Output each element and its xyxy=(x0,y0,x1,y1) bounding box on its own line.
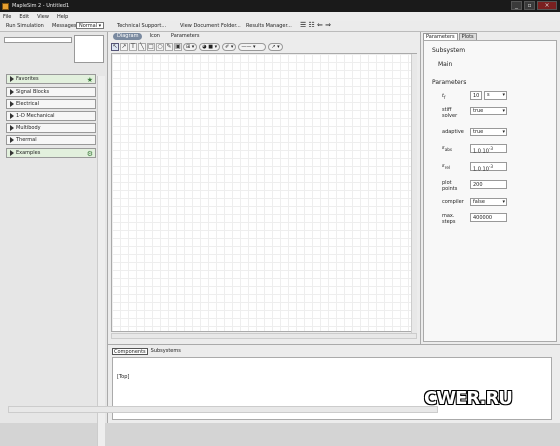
fill-color-dropdown[interactable]: ◕ ■ ▾ xyxy=(199,43,221,51)
examples-icon: ⚙ xyxy=(86,150,93,158)
drawing-toolbar: ↖ ↗ T ╲ □ ○ ✎ ▣ ⊞ ▾ ◕ ■ ▾ ✐ ▾ —— ▾ ↗ ▾ xyxy=(111,42,417,52)
run-simulation-button[interactable]: Run Simulation xyxy=(6,23,44,29)
canvas-vertical-scrollbar[interactable] xyxy=(411,54,417,333)
expand-icon xyxy=(10,89,14,95)
palette-multibody[interactable]: Multibody xyxy=(6,123,96,133)
tab-components[interactable]: Components xyxy=(112,348,148,355)
library-panel: Favorites ★ Signal Blocks Electrical 1-D… xyxy=(0,32,108,446)
connector-icon[interactable]: ↗ xyxy=(120,43,128,51)
palette-signal-blocks[interactable]: Signal Blocks xyxy=(6,87,96,97)
expand-icon xyxy=(10,137,14,143)
palette-label: Multibody xyxy=(16,125,41,131)
pen-icon[interactable]: ✎ xyxy=(165,43,173,51)
param-compiler-label: compiler xyxy=(442,199,464,205)
title-bar: MapleSim 2 - Untitled1 _ ▫ × xyxy=(0,0,560,12)
param-stiff-solver-label: stiff solver xyxy=(442,107,458,119)
text-icon[interactable]: T xyxy=(129,43,137,51)
palette-examples[interactable]: Examples ⚙ xyxy=(6,148,96,158)
palette-label: 1-D Mechanical xyxy=(16,113,55,119)
tree-node-top[interactable]: [Top] xyxy=(117,374,129,380)
subsystem-name: Main xyxy=(438,61,453,68)
technical-support-button[interactable]: Technical Support... xyxy=(117,23,166,29)
properties-panel: Parameters Plots Subsystem Main Paramete… xyxy=(420,32,560,344)
palette-label: Favorites xyxy=(16,76,39,82)
line-style-dropdown[interactable]: —— ▾ xyxy=(238,43,267,51)
param-eps-abs-input[interactable]: 1.0 10-3 xyxy=(470,144,507,155)
expand-icon xyxy=(10,76,14,82)
main-toolbar: Run Simulation Messages : Normal ▾ Techn… xyxy=(0,21,560,32)
palette-favorites[interactable]: Favorites ★ xyxy=(6,74,96,84)
param-eps-rel-input[interactable]: 1.0 10-3 xyxy=(470,162,507,173)
menu-bar: File Edit View Help xyxy=(0,12,560,21)
palette-label: Electrical xyxy=(16,101,39,107)
watermark-logo: CWER.RU xyxy=(424,388,513,409)
param-tf-unit-select[interactable]: s ▾ xyxy=(484,91,507,100)
stroke-dropdown[interactable]: ✐ ▾ xyxy=(222,43,237,51)
diagram-workspace: Diagram Icon Parameters ↖ ↗ T ╲ □ ○ ✎ ▣ … xyxy=(108,32,420,344)
browser-tabs: Components Subsystems xyxy=(112,348,184,355)
library-scrollbar[interactable] xyxy=(97,76,105,446)
ellipse-icon[interactable]: ○ xyxy=(156,43,164,51)
palette-label: Examples xyxy=(16,150,41,156)
zoom-dropdown[interactable]: ⊞ ▾ xyxy=(183,43,198,51)
subsystem-heading: Subsystem xyxy=(432,47,466,54)
window-title: MapleSim 2 - Untitled1 xyxy=(12,3,70,9)
param-compiler-select[interactable]: false ▾ xyxy=(470,198,507,206)
menu-file[interactable]: File xyxy=(3,14,11,20)
param-tf-input[interactable]: 10 xyxy=(470,91,482,100)
diagram-canvas[interactable] xyxy=(111,53,417,333)
image-icon[interactable]: ▣ xyxy=(174,43,182,51)
param-tf-label: tf xyxy=(442,93,446,100)
palette-1d-mechanical[interactable]: 1-D Mechanical xyxy=(6,111,96,121)
param-eps-rel-label: εrel xyxy=(442,163,451,170)
expand-icon xyxy=(10,113,14,119)
palette-label: Signal Blocks xyxy=(16,89,50,95)
tab-subsystems[interactable]: Subsystems xyxy=(150,348,182,355)
param-adaptive-label: adaptive xyxy=(442,129,464,135)
star-icon: ★ xyxy=(86,76,93,84)
view-tabs: Diagram Icon Parameters xyxy=(113,33,207,40)
layout-icons[interactable]: ☰ ☷ ⇐ ⇒ xyxy=(300,21,331,29)
browser-horizontal-scrollbar[interactable] xyxy=(8,406,438,413)
results-manager-button[interactable]: Results Manager... xyxy=(246,23,292,29)
expand-icon xyxy=(10,125,14,131)
tab-icon[interactable]: Icon xyxy=(145,33,163,40)
palette-electrical[interactable]: Electrical xyxy=(6,99,96,109)
minimize-button[interactable]: _ xyxy=(511,1,522,10)
search-input[interactable] xyxy=(4,37,72,43)
component-preview xyxy=(74,35,104,63)
properties-tabs: Parameters Plots xyxy=(423,33,478,40)
param-plot-points-input[interactable]: 200 xyxy=(470,180,507,189)
line-icon[interactable]: ╲ xyxy=(138,43,146,51)
app-icon xyxy=(2,2,9,10)
parameters-heading: Parameters xyxy=(432,79,467,86)
param-max-steps-input[interactable]: 400000 xyxy=(470,213,507,222)
menu-help[interactable]: Help xyxy=(57,14,68,20)
param-max-steps-label: max. steps xyxy=(442,213,456,225)
param-eps-abs-label: εabs xyxy=(442,145,453,152)
palette-label: Thermal xyxy=(16,137,37,143)
menu-view[interactable]: View xyxy=(37,14,49,20)
close-button[interactable]: × xyxy=(537,1,557,10)
messages-select[interactable]: Normal ▾ xyxy=(76,22,104,29)
param-plot-points-label: plot points xyxy=(442,180,458,192)
param-adaptive-select[interactable]: true ▾ xyxy=(470,128,507,136)
maximize-button[interactable]: ▫ xyxy=(524,1,535,10)
rectangle-icon[interactable]: □ xyxy=(147,43,155,51)
parameters-body: Subsystem Main Parameters tf 10 s ▾ stiff… xyxy=(423,40,557,342)
tab-parameters[interactable]: Parameters xyxy=(167,33,204,40)
tab-diagram[interactable]: Diagram xyxy=(113,33,143,40)
param-stiff-solver-select[interactable]: true ▾ xyxy=(470,107,507,115)
expand-icon xyxy=(10,101,14,107)
canvas-horizontal-scrollbar[interactable] xyxy=(111,333,417,339)
menu-edit[interactable]: Edit xyxy=(19,14,29,20)
expand-icon xyxy=(10,150,14,156)
pointer-icon[interactable]: ↖ xyxy=(111,43,119,51)
tab-plots[interactable]: Plots xyxy=(458,33,477,40)
tab-parameters-right[interactable]: Parameters xyxy=(423,33,458,40)
view-document-folder-button[interactable]: View Document Folder... xyxy=(180,23,241,29)
palette-thermal[interactable]: Thermal xyxy=(6,135,96,145)
arrow-style-dropdown[interactable]: ↗ ▾ xyxy=(268,43,283,51)
